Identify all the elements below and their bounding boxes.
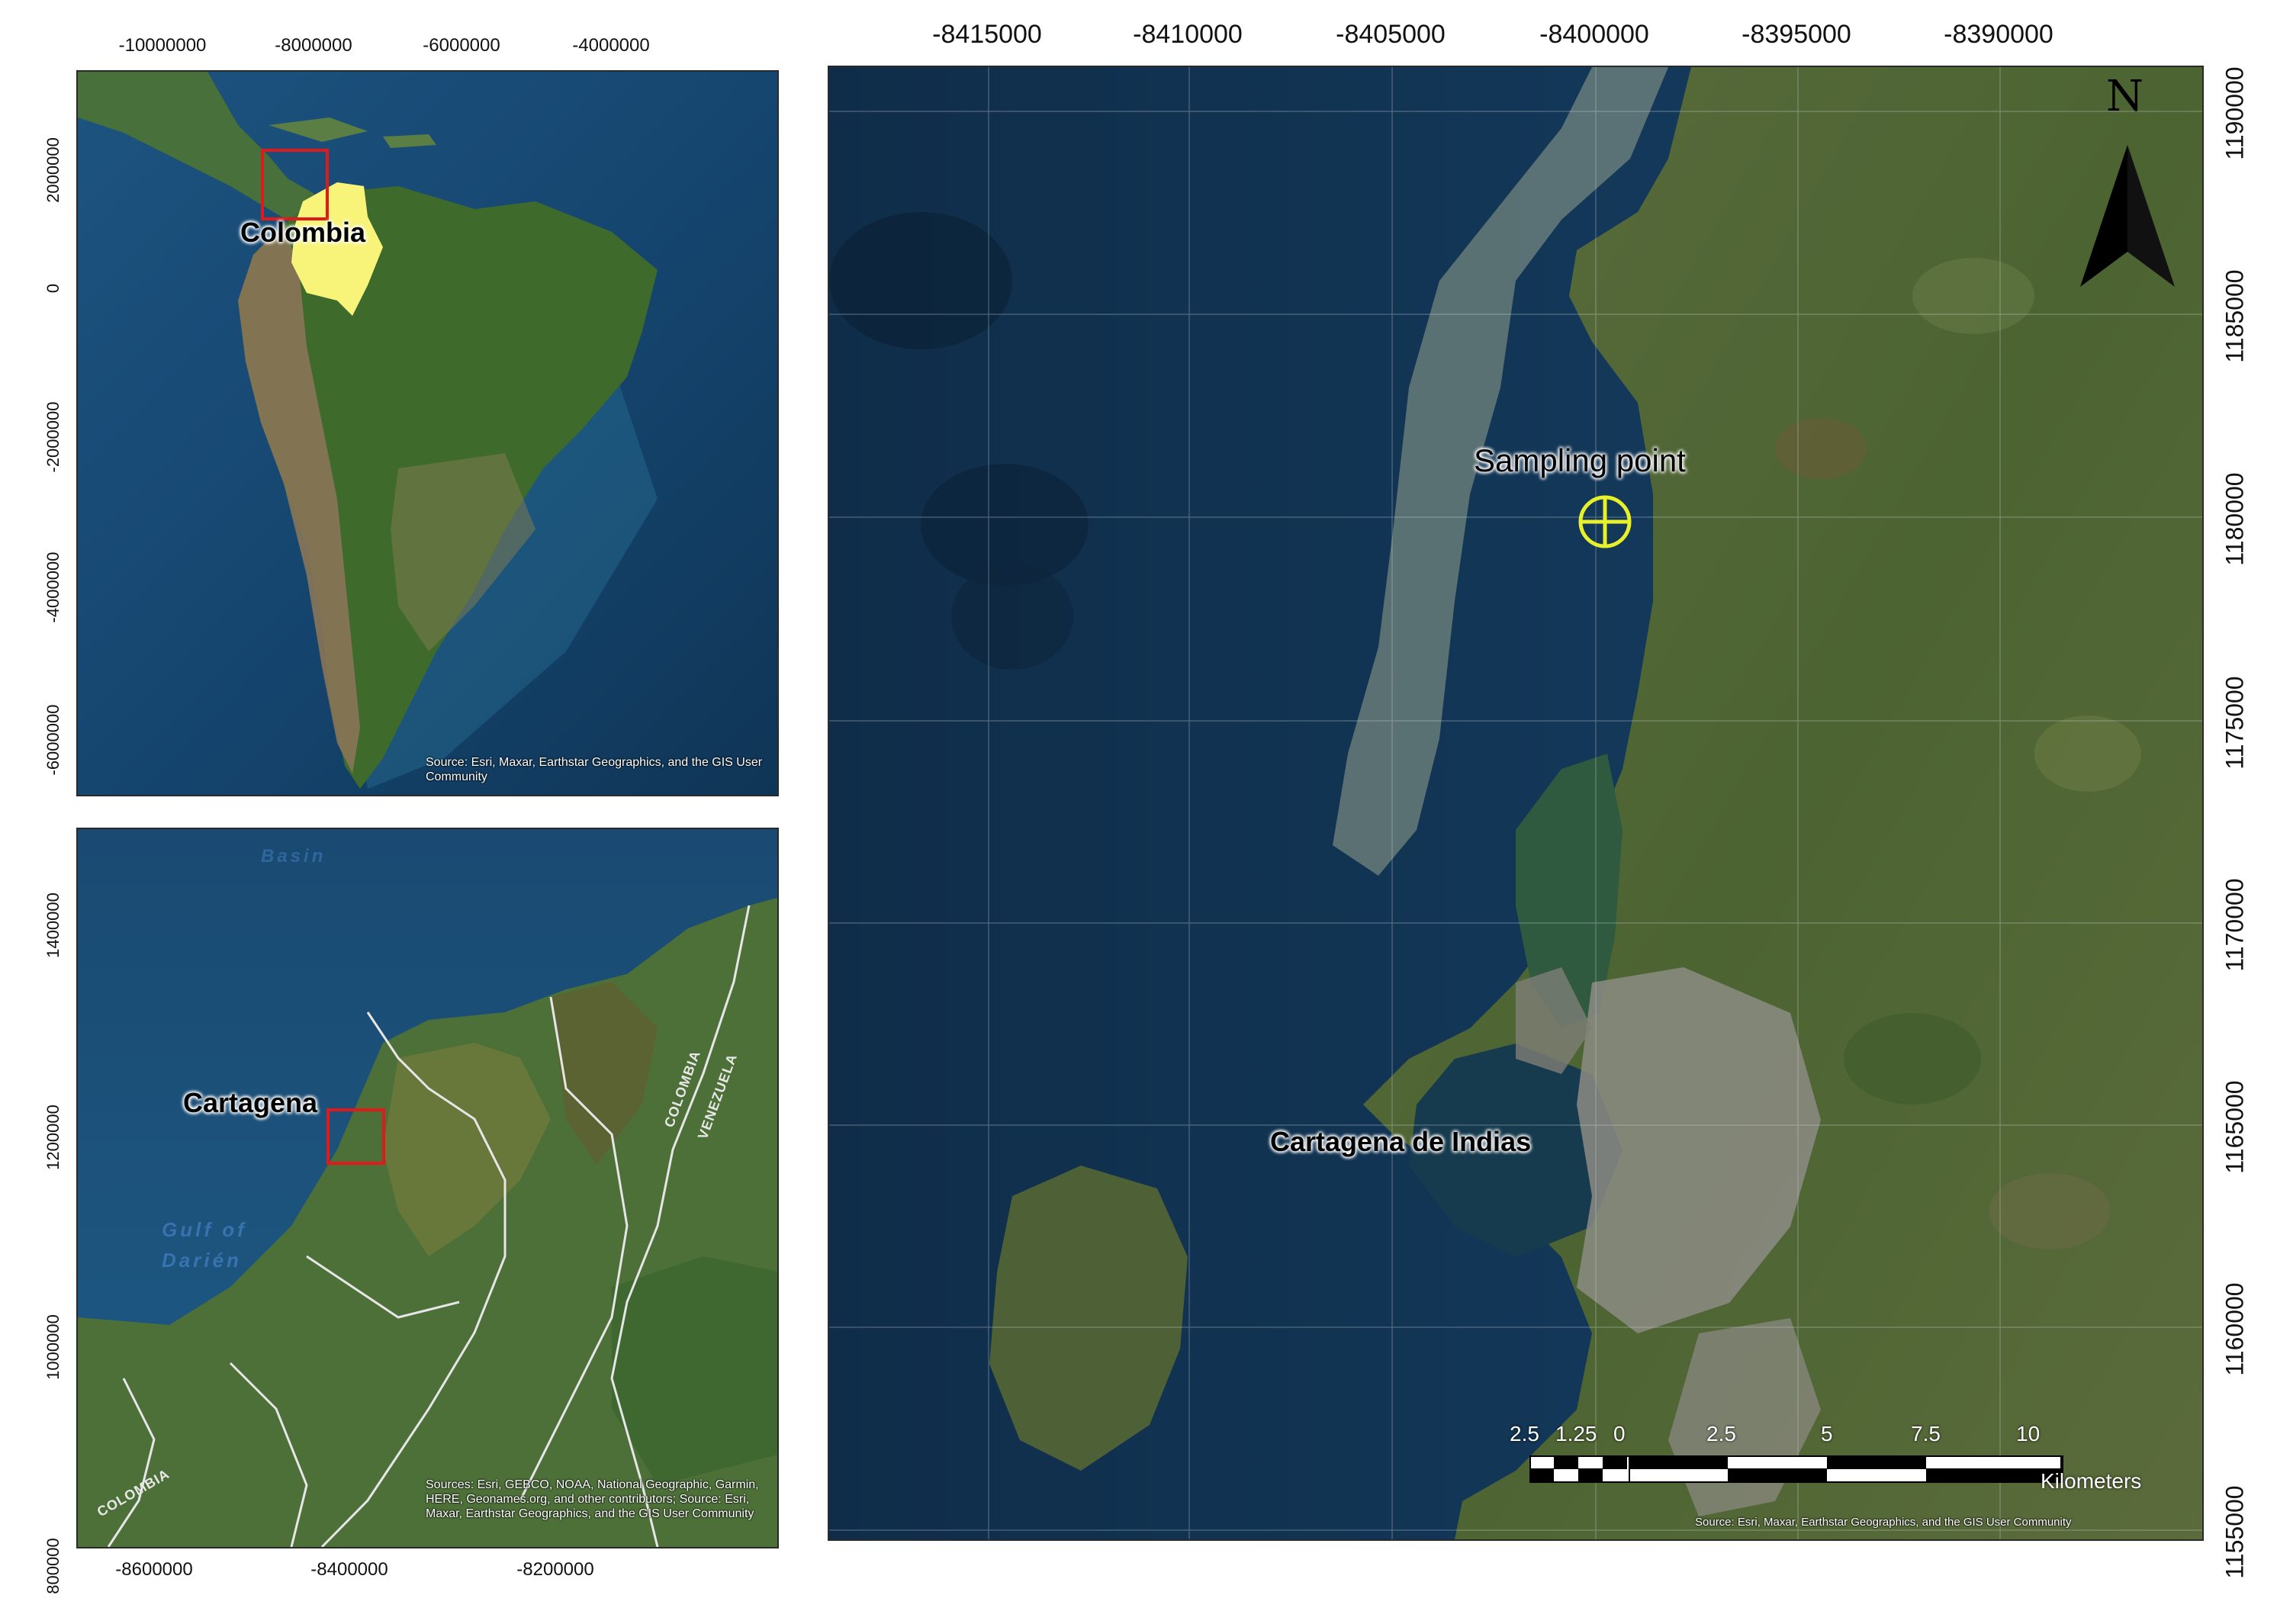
sa-x-tick-4: -4000000 bbox=[572, 35, 650, 56]
main-x-tick-5: -8395000 bbox=[1742, 20, 1851, 49]
main-map bbox=[829, 67, 2202, 1539]
scale-label-7: 10 bbox=[2016, 1422, 2041, 1446]
sa-x-tick-2: -8000000 bbox=[275, 35, 352, 56]
region-y-tick-1: 1400000 bbox=[43, 892, 63, 958]
sa-y-tick-4: -4000000 bbox=[43, 552, 63, 623]
scale-unit: Kilometers bbox=[2041, 1469, 2142, 1493]
sa-y-tick-3: -2000000 bbox=[43, 401, 63, 473]
cartagena-label: Cartagena bbox=[183, 1087, 318, 1118]
region-map-frame: Cartagena Gulf of Darién Basin COLOMBIA … bbox=[76, 828, 779, 1548]
main-x-tick-4: -8400000 bbox=[1539, 20, 1649, 49]
region-x-tick-3: -8200000 bbox=[516, 1559, 594, 1580]
main-y-tick-4: 1175000 bbox=[2221, 676, 2249, 770]
main-x-tick-6: -8390000 bbox=[1944, 20, 2053, 49]
scale-label-6: 7.5 bbox=[1911, 1422, 1941, 1446]
scale-label-2: 1.25 bbox=[1555, 1422, 1597, 1446]
sampling-point-label: Sampling point bbox=[1474, 442, 1686, 478]
south-america-credit: Source: Esri, Maxar, Earthstar Geographi… bbox=[426, 756, 763, 783]
south-america-map-frame: Colombia Source: Esri, Maxar, Earthstar … bbox=[76, 70, 779, 796]
region-y-tick-3: 1000000 bbox=[43, 1314, 63, 1380]
sampling-point-marker bbox=[1578, 495, 1632, 548]
scale-label-3: 0 bbox=[1613, 1422, 1626, 1446]
scale-label-5: 5 bbox=[1821, 1422, 1833, 1446]
sa-x-tick-1: -10000000 bbox=[118, 35, 207, 56]
sa-x-tick-3: -6000000 bbox=[423, 35, 500, 56]
basin-label: Basin bbox=[261, 846, 326, 867]
main-map-frame: Sampling point Cartagena de Indias N 2.5… bbox=[828, 66, 2204, 1541]
main-x-tick-1: -8415000 bbox=[932, 20, 1042, 49]
city-label: Cartagena de Indias bbox=[1270, 1126, 1532, 1157]
main-x-tick-3: -8405000 bbox=[1336, 20, 1446, 49]
south-america-map bbox=[78, 72, 777, 795]
main-y-tick-5: 1170000 bbox=[2221, 878, 2249, 972]
region-map bbox=[78, 829, 777, 1547]
region-y-tick-4: 800000 bbox=[43, 1538, 63, 1594]
main-y-tick-6: 1165000 bbox=[2221, 1080, 2249, 1174]
main-x-tick-2: -8410000 bbox=[1133, 20, 1243, 49]
region-y-tick-2: 1200000 bbox=[43, 1105, 63, 1170]
sa-y-tick-1: 2000000 bbox=[43, 137, 63, 203]
sa-y-tick-2: 0 bbox=[43, 283, 63, 294]
region-credit: Sources: Esri, GEBCO, NOAA, National Geo… bbox=[426, 1478, 759, 1520]
region-x-tick-2: -8400000 bbox=[310, 1559, 388, 1580]
region-x-tick-1: -8600000 bbox=[115, 1559, 193, 1580]
main-credit: Source: Esri, Maxar, Earthstar Geographi… bbox=[1695, 1516, 2072, 1529]
scale-label-4: 2.5 bbox=[1706, 1422, 1736, 1446]
sa-y-tick-5: -6000000 bbox=[43, 704, 63, 776]
main-y-tick-8: 1155000 bbox=[2221, 1485, 2249, 1579]
colombia-label: Colombia bbox=[240, 217, 366, 248]
gulf-label: Gulf of Darién bbox=[162, 1218, 247, 1272]
north-letter: N bbox=[2106, 72, 2144, 121]
scale-bar-graphic bbox=[1529, 1455, 2063, 1483]
main-y-tick-3: 1180000 bbox=[2221, 472, 2249, 566]
main-y-tick-7: 1160000 bbox=[2221, 1282, 2249, 1376]
main-y-tick-1: 1190000 bbox=[2221, 66, 2249, 160]
main-y-tick-2: 1185000 bbox=[2221, 269, 2249, 363]
scale-label-1: 2.5 bbox=[1510, 1422, 1539, 1446]
